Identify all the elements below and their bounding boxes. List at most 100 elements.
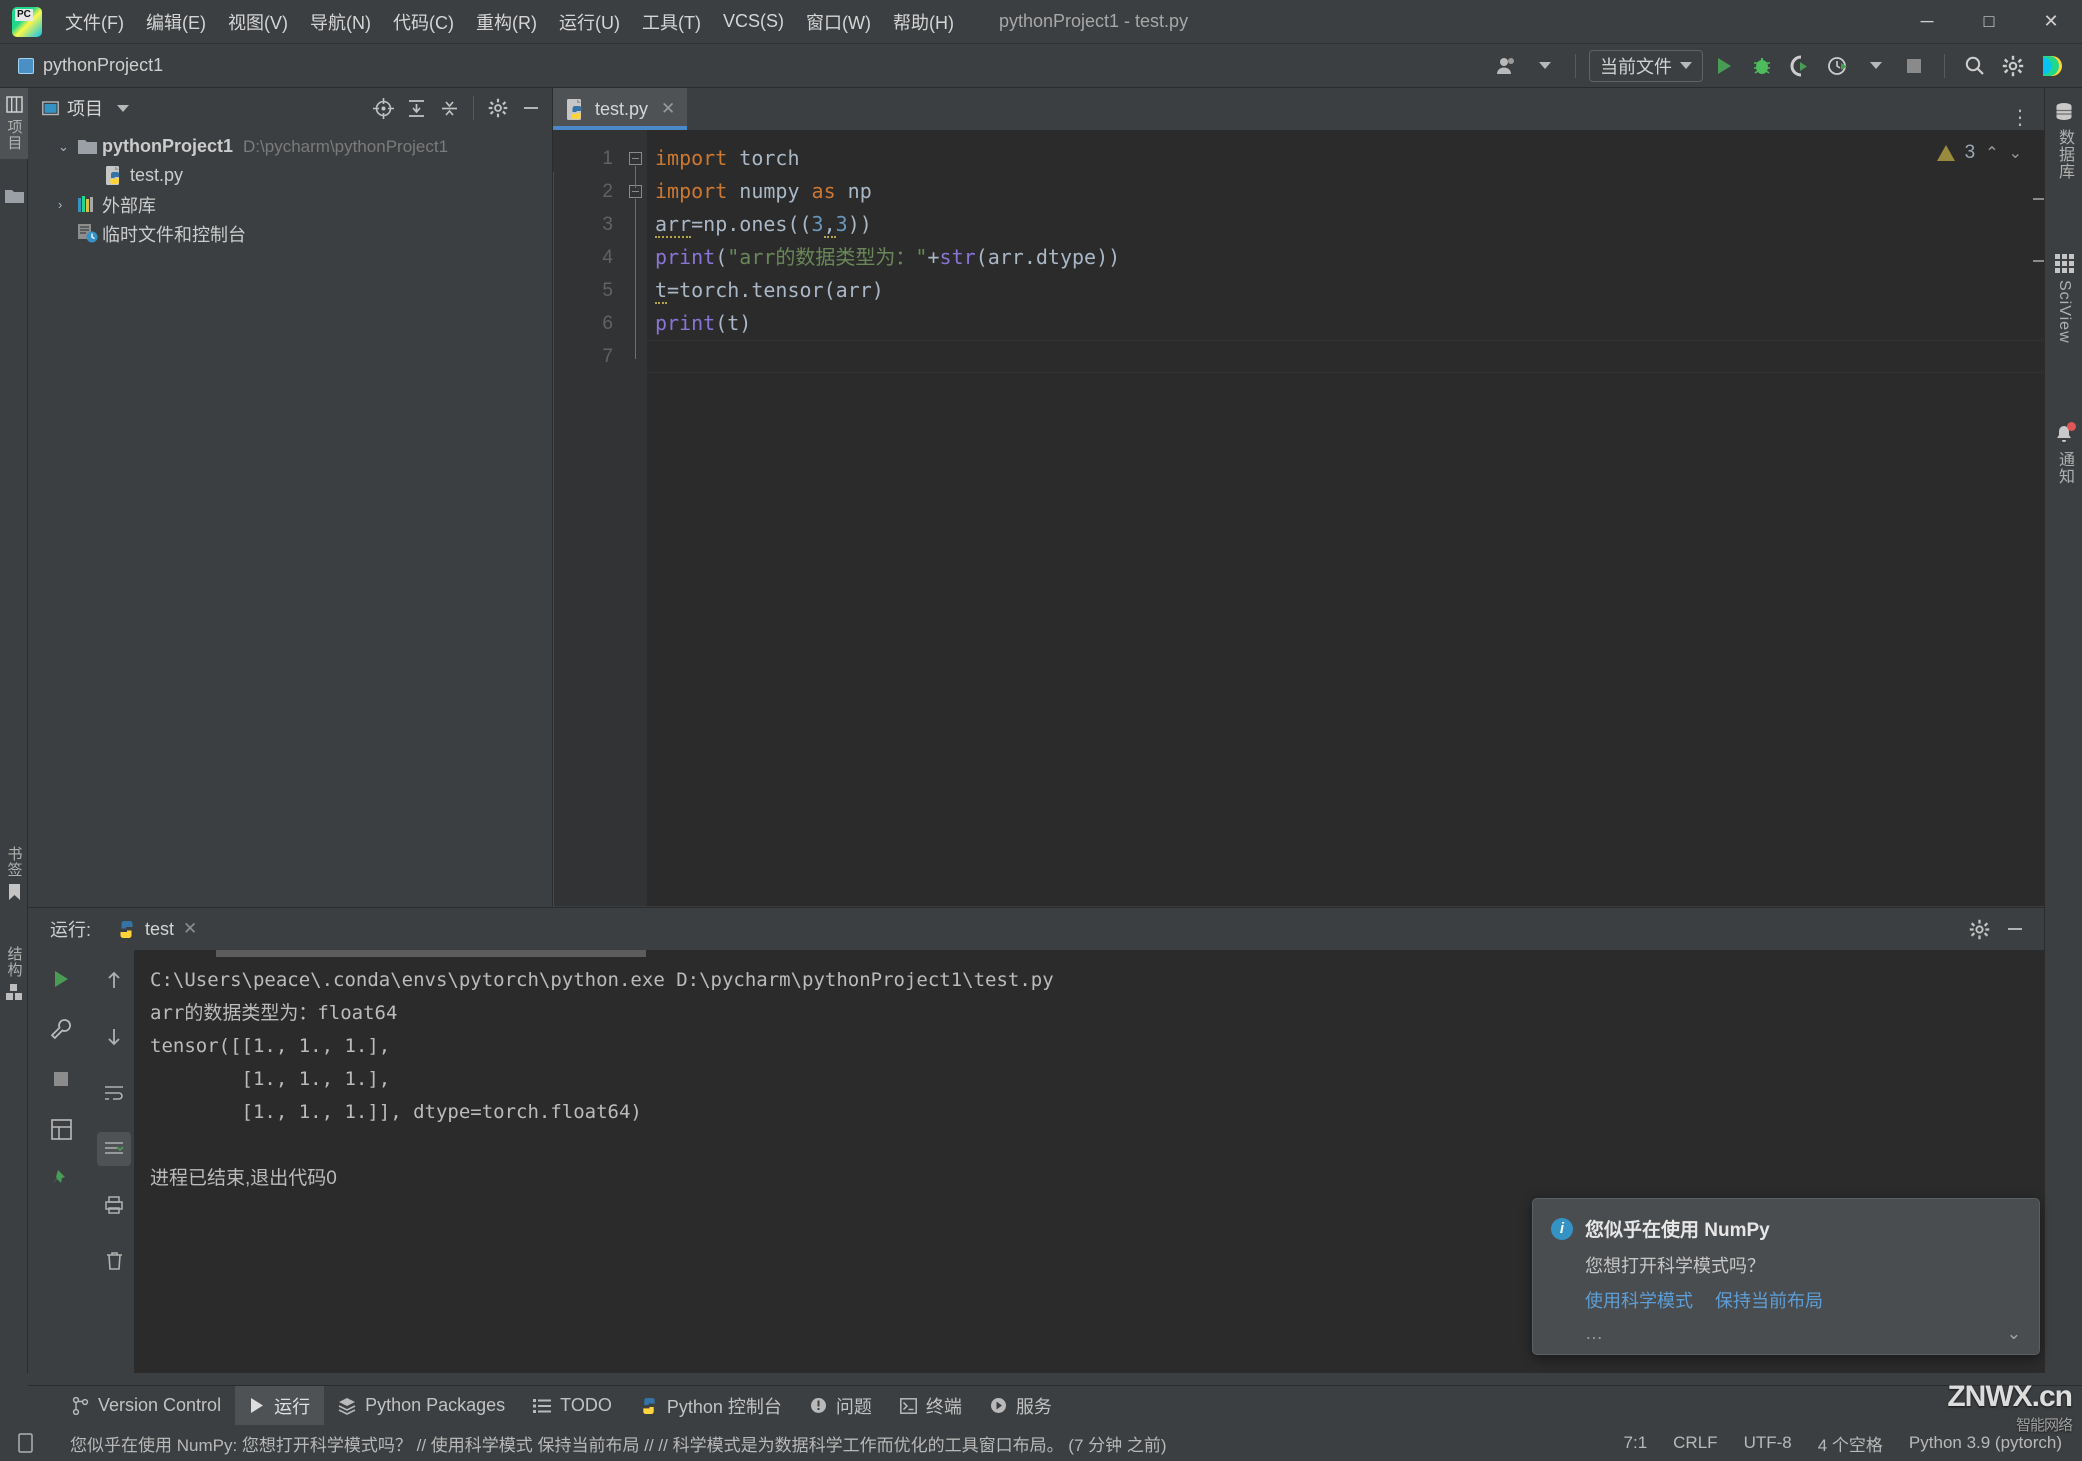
tool-tab-python-console[interactable]: Python 控制台 (626, 1386, 796, 1426)
close-button[interactable]: ✕ (2020, 0, 2082, 44)
search-icon[interactable] (1958, 49, 1992, 83)
code-line-5: t=torch.tensor(arr) (655, 278, 884, 304)
editor-marker-stripe[interactable] (2033, 198, 2051, 322)
tool-tab-version-control[interactable]: Version Control (58, 1386, 235, 1426)
menu-refactor[interactable]: 重构(R) (465, 5, 548, 39)
run-configuration-wrench-icon[interactable] (44, 1012, 78, 1046)
chevron-down-icon[interactable]: ⌄ (2009, 143, 2022, 163)
account-dropdown-icon[interactable] (1528, 49, 1562, 83)
enable-scientific-mode-link[interactable]: 使用科学模式 (1585, 1287, 1693, 1313)
tool-tab-run[interactable]: 运行 (235, 1385, 325, 1426)
hide-run-panel-icon[interactable] (2000, 914, 2030, 944)
editor-tab-test-py[interactable]: test.py ✕ (553, 88, 688, 130)
chevron-up-icon[interactable]: ⌃ (1985, 143, 1998, 163)
expand-all-icon[interactable] (401, 93, 431, 123)
collapse-all-icon[interactable] (434, 93, 464, 123)
menu-vcs[interactable]: VCS(S) (712, 7, 795, 36)
run-with-coverage-button[interactable] (1783, 49, 1817, 83)
tree-node-testpy[interactable]: test.py (28, 161, 552, 190)
pin-icon[interactable] (44, 1162, 78, 1196)
notification-balloon: i 您似乎在使用 NumPy 您想打开科学模式吗？ 使用科学模式 保持当前布局 … (1532, 1198, 2040, 1355)
run-button[interactable] (1707, 49, 1741, 83)
status-event-log-icon[interactable] (18, 1433, 36, 1453)
sidebar-tab-database[interactable]: 数据库 (2045, 96, 2082, 186)
left-tool-window-bar: 项目 书签 结构 (0, 88, 28, 1373)
close-icon[interactable]: ✕ (661, 99, 675, 119)
status-line-separator[interactable]: CRLF (1673, 1433, 1717, 1453)
tree-node-[interactable]: 临时文件和控制台 (28, 219, 552, 248)
settings-gear-icon[interactable] (1996, 49, 2030, 83)
inspection-widget[interactable]: 3 ⌃ ⌄ (1936, 142, 2022, 164)
soft-wrap-icon[interactable] (97, 1076, 131, 1110)
close-icon[interactable]: ✕ (183, 919, 197, 939)
run-session-tab[interactable]: test ✕ (117, 919, 197, 940)
menu-edit[interactable]: 编辑(E) (135, 5, 217, 39)
project-settings-gear-icon[interactable] (483, 93, 513, 123)
chevron-down-icon[interactable]: ⌄ (58, 139, 78, 155)
menu-run[interactable]: 运行(U) (548, 5, 631, 39)
folder-tab-icon[interactable] (5, 188, 24, 204)
tool-tab-problems[interactable]: 问题 (796, 1386, 886, 1426)
run-configuration-selector[interactable]: 当前文件 (1589, 49, 1703, 82)
tree-node-[interactable]: › 外部库 (28, 190, 552, 219)
chevron-right-icon[interactable]: › (58, 197, 78, 212)
fold-marker-icon[interactable] (629, 152, 642, 165)
clear-all-trash-icon[interactable] (97, 1244, 131, 1278)
scroll-to-end-icon[interactable] (97, 1132, 131, 1166)
navigation-bar: pythonProject1 当前文件 (0, 44, 2082, 88)
profile-button[interactable] (1821, 49, 1855, 83)
stop-button[interactable] (1897, 49, 1931, 83)
scroll-up-icon[interactable] (97, 964, 131, 998)
stop-button[interactable] (44, 1062, 78, 1096)
select-opened-file-icon[interactable] (368, 93, 398, 123)
tool-tab-terminal[interactable]: 终端 (886, 1386, 976, 1426)
status-encoding[interactable]: UTF-8 (1744, 1433, 1792, 1453)
project-window-icon (42, 100, 59, 115)
profile-dropdown-icon[interactable] (1859, 49, 1893, 83)
tool-tab-services[interactable]: 服务 (976, 1386, 1066, 1426)
sidebar-tab-structure[interactable]: 结构 (0, 938, 28, 1009)
rerun-button[interactable] (44, 962, 78, 996)
minimize-button[interactable]: ─ (1896, 0, 1958, 44)
sidebar-tab-bookmarks[interactable]: 书签 (0, 838, 28, 909)
account-icon[interactable] (1490, 49, 1524, 83)
console-scroll-indicator[interactable] (216, 950, 646, 957)
status-message[interactable]: 您似乎在使用 NumPy: 您想打开科学模式吗？ // 使用科学模式 保持当前布… (70, 1431, 1167, 1456)
debug-button[interactable] (1745, 49, 1779, 83)
sidebar-tab-notifications[interactable]: 通知 (2045, 418, 2082, 491)
code-folding-gutter[interactable] (625, 130, 647, 906)
menu-help[interactable]: 帮助(H) (882, 5, 965, 39)
code-editor[interactable]: 1 2 3 4 5 6 7 import torch import numpy as np … (553, 130, 2044, 906)
ide-assistant-icon[interactable] (2034, 49, 2068, 83)
status-caret-position[interactable]: 7:1 (1624, 1433, 1648, 1453)
scroll-down-icon[interactable] (97, 1020, 131, 1054)
status-indent[interactable]: 4 个空格 (1818, 1431, 1883, 1456)
menu-code[interactable]: 代码(C) (382, 5, 465, 39)
menu-navigate[interactable]: 导航(N) (299, 5, 382, 39)
maximize-button[interactable]: □ (1958, 0, 2020, 44)
status-interpreter[interactable]: Python 3.9 (pytorch) (1909, 1433, 2062, 1453)
balloon-actions: 使用科学模式 保持当前布局 (1585, 1287, 2021, 1313)
tool-tab-todo[interactable]: TODO (519, 1386, 626, 1426)
keep-current-layout-link[interactable]: 保持当前布局 (1715, 1287, 1823, 1313)
menu-view[interactable]: 视图(V) (217, 5, 299, 39)
fold-line (635, 166, 636, 188)
code-text-area[interactable]: import torch import numpy as np arr=np.o… (647, 130, 2044, 906)
tool-tab-python-packages[interactable]: Python Packages (324, 1386, 519, 1426)
menu-file[interactable]: 文件(F) (54, 5, 135, 39)
print-icon[interactable] (97, 1188, 131, 1222)
hide-panel-icon[interactable] (516, 93, 546, 123)
list-icon (533, 1398, 552, 1414)
tree-node-pythonproject1[interactable]: ⌄ pythonProject1 D:\pycharm\pythonProject1 (28, 132, 552, 161)
project-view-chevron-down-icon[interactable] (117, 104, 129, 112)
sidebar-tab-sciview[interactable]: SciView (2045, 248, 2082, 350)
sidebar-tab-project[interactable]: 项目 (0, 88, 28, 159)
more-options-icon[interactable]: ⋮ (2010, 105, 2032, 130)
run-settings-gear-icon[interactable] (1964, 914, 1994, 944)
chevron-down-icon[interactable]: ⌄ (2007, 1324, 2021, 1344)
balloon-more-link[interactable]: … (1585, 1323, 1603, 1344)
menu-tools[interactable]: 工具(T) (631, 5, 712, 39)
layout-settings-icon[interactable] (44, 1112, 78, 1146)
menu-window[interactable]: 窗口(W) (795, 5, 882, 39)
breadcrumb-project[interactable]: pythonProject1 (18, 55, 163, 76)
